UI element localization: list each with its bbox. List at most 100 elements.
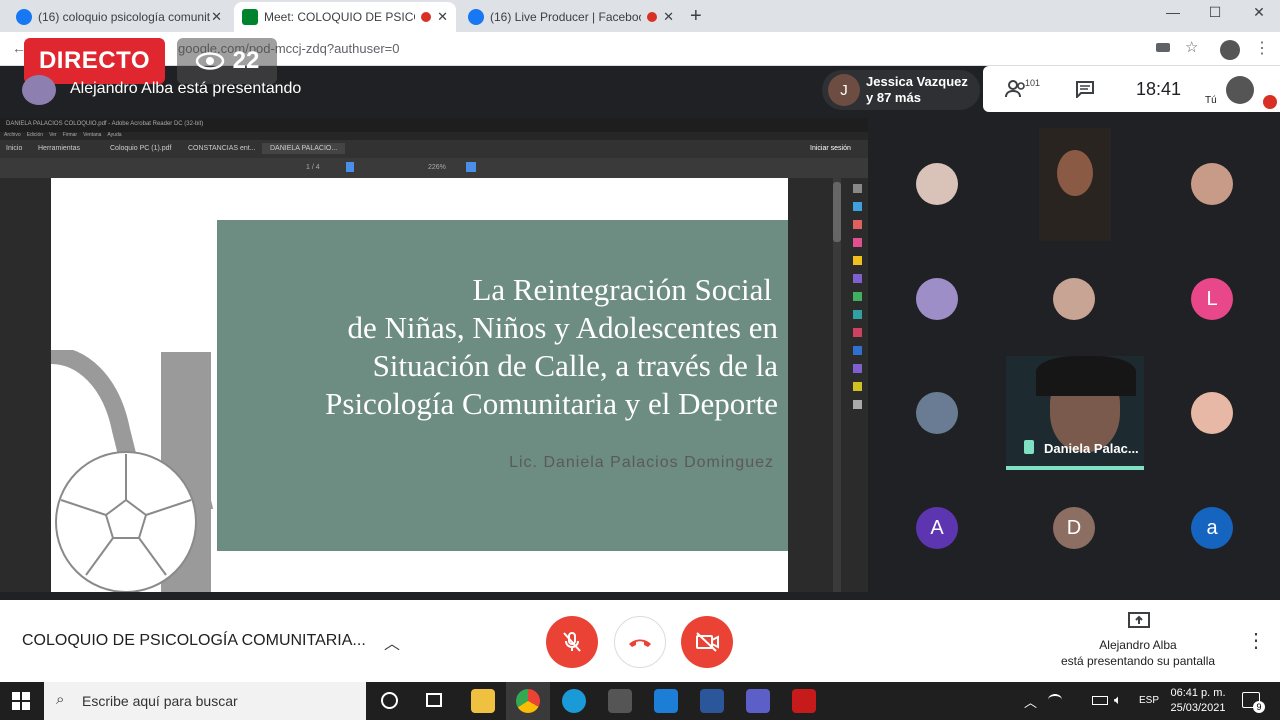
create-pdf-icon[interactable]: [853, 220, 862, 229]
pdf-scrollbar[interactable]: [833, 178, 841, 592]
protect-icon[interactable]: [853, 346, 862, 355]
chevron-up-icon[interactable]: ︿: [384, 630, 400, 654]
tray-chevron-up-icon[interactable]: ︿: [1024, 692, 1037, 711]
acrobat-tabs: Inicio Herramientas Coloquio PC (1).pdf …: [0, 140, 868, 158]
tab-close-icon[interactable]: ✕: [663, 9, 674, 25]
slide-title-line: de Niñas, Niños y Adolescentes en: [347, 310, 778, 345]
minimize-button[interactable]: —: [1158, 4, 1188, 20]
file-explorer-icon[interactable]: [471, 689, 495, 713]
word-icon[interactable]: [700, 689, 724, 713]
bookmark-star-icon[interactable]: ☆: [1185, 38, 1198, 56]
volume-icon[interactable]: 🔈︎: [1114, 692, 1122, 708]
participant-video-tile[interactable]: [1039, 128, 1111, 241]
slide-title-line: Psicología Comunitaria y el Deporte: [325, 386, 778, 421]
battery-icon[interactable]: [1092, 696, 1108, 705]
participant-avatar-photo[interactable]: [1191, 163, 1233, 205]
chat-icon[interactable]: [1075, 80, 1095, 98]
comment-icon[interactable]: [853, 256, 862, 265]
pointer-tool-icon[interactable]: [346, 162, 354, 172]
participant-avatar[interactable]: L: [1191, 278, 1233, 320]
mail-icon[interactable]: [654, 689, 678, 713]
zoom-icon[interactable]: [853, 184, 862, 193]
acrobat-tools-panel: [848, 178, 868, 592]
slide-author: Lic. Daniela Palacios Dominguez: [509, 454, 774, 471]
eye-icon: [195, 52, 224, 70]
participant-avatar-photo[interactable]: [916, 278, 958, 320]
profile-avatar[interactable]: [1220, 40, 1240, 60]
menu-item[interactable]: Ver: [49, 132, 57, 140]
fill-sign-icon[interactable]: [853, 328, 862, 337]
chrome-menu-icon[interactable]: ⋮: [1254, 38, 1270, 58]
wifi-icon[interactable]: [1048, 694, 1062, 706]
stamp-icon[interactable]: [853, 382, 862, 391]
menu-item[interactable]: Archivo: [4, 132, 21, 140]
tab-live-producer[interactable]: (16) Live Producer | Faceboo ✕: [460, 2, 682, 32]
edit-pdf-icon[interactable]: [853, 238, 862, 247]
send-icon[interactable]: [853, 364, 862, 373]
menu-item[interactable]: Firmar: [63, 132, 77, 140]
cortana-icon[interactable]: [381, 692, 398, 709]
edge-icon[interactable]: [562, 689, 586, 713]
mic-off-button[interactable]: [546, 616, 598, 668]
teams-icon[interactable]: [746, 689, 770, 713]
tab-close-icon[interactable]: ✕: [211, 9, 222, 25]
sign-in-link[interactable]: Iniciar sesión: [810, 145, 851, 152]
fit-page-icon[interactable]: [466, 162, 476, 172]
acrobat-toolbar: 1 / 4 226%: [0, 158, 868, 178]
meeting-title[interactable]: COLOQUIO DE PSICOLOGÍA COMUNITARIA...: [22, 632, 366, 650]
featured-participant-video[interactable]: Daniela Palac...: [1006, 356, 1144, 470]
tab-close-icon[interactable]: ✕: [437, 9, 448, 25]
acrobat-icon[interactable]: [792, 689, 816, 713]
maximize-button[interactable]: ☐: [1200, 4, 1230, 21]
windows-start-icon[interactable]: [12, 692, 30, 710]
participant-avatar-photo[interactable]: [916, 163, 958, 205]
page-indicator[interactable]: 1 / 4: [306, 164, 320, 171]
taskbar-clock[interactable]: 06:41 p. m. 25/03/2021: [1160, 686, 1236, 716]
participant-avatar-photo[interactable]: [916, 392, 958, 434]
acrobat-tab-home[interactable]: Inicio: [6, 145, 22, 152]
participant-avatar[interactable]: D: [1053, 507, 1095, 549]
camera-icon[interactable]: [1156, 43, 1170, 52]
notifications-icon[interactable]: 9: [1242, 692, 1265, 713]
presenting-banner: Alejandro Alba está presentando: [70, 80, 302, 97]
facebook-icon: [16, 9, 32, 25]
participant-avatar[interactable]: A: [916, 507, 958, 549]
organize-icon[interactable]: [853, 292, 862, 301]
participant-avatar-photo[interactable]: [1053, 278, 1095, 320]
close-window-button[interactable]: ✕: [1244, 4, 1274, 21]
more-tools-icon[interactable]: [853, 400, 862, 409]
task-view-icon[interactable]: [426, 693, 442, 707]
participant-name: Daniela Palac...: [1044, 441, 1139, 456]
export-pdf-icon[interactable]: [853, 202, 862, 211]
tab-coloquio-facebook[interactable]: (16) coloquio psicología comunit ✕: [8, 2, 230, 32]
combine-icon[interactable]: [853, 274, 862, 283]
acrobat-tab-doc[interactable]: CONSTANCIAS ent...: [188, 145, 256, 152]
leave-call-button[interactable]: [614, 616, 666, 668]
chrome-icon[interactable]: [516, 689, 540, 713]
tab-title: (16) Live Producer | Faceboo: [490, 10, 642, 24]
participants-chip[interactable]: J Jessica Vazquez y 87 más: [822, 70, 980, 110]
self-avatar: [1226, 76, 1254, 104]
presenter-status: está presentando su pantalla: [1060, 654, 1216, 668]
taskbar-search-box[interactable]: ⌕ Escribe aquí para buscar: [44, 682, 366, 720]
store-icon[interactable]: [608, 689, 632, 713]
participant-avatar-photo[interactable]: [1191, 392, 1233, 434]
tab-meet[interactable]: Meet: COLOQUIO DE PSICOL ✕: [234, 2, 456, 32]
zoom-level[interactable]: 226%: [428, 164, 446, 171]
people-count: 101: [1025, 78, 1041, 88]
participant-more: y 87 más: [866, 90, 921, 105]
menu-item[interactable]: Ayuda: [107, 132, 121, 140]
acrobat-tab-doc[interactable]: Coloquio PC (1).pdf: [110, 145, 171, 152]
menu-item[interactable]: Edición: [27, 132, 43, 140]
language-indicator[interactable]: ESP: [1139, 695, 1159, 706]
participant-avatar[interactable]: a: [1191, 507, 1233, 549]
menu-item[interactable]: Ventana: [83, 132, 101, 140]
camera-off-button[interactable]: [681, 616, 733, 668]
camera-off-icon: [696, 632, 719, 652]
present-screen-icon[interactable]: [1128, 612, 1150, 630]
acrobat-tab-doc-active[interactable]: DANIELA PALACIO...: [262, 143, 346, 154]
scan-icon[interactable]: [853, 310, 862, 319]
acrobat-tab-tools[interactable]: Herramientas: [38, 145, 80, 152]
more-options-icon[interactable]: ⋮: [1246, 628, 1266, 653]
new-tab-button[interactable]: +: [690, 5, 702, 28]
